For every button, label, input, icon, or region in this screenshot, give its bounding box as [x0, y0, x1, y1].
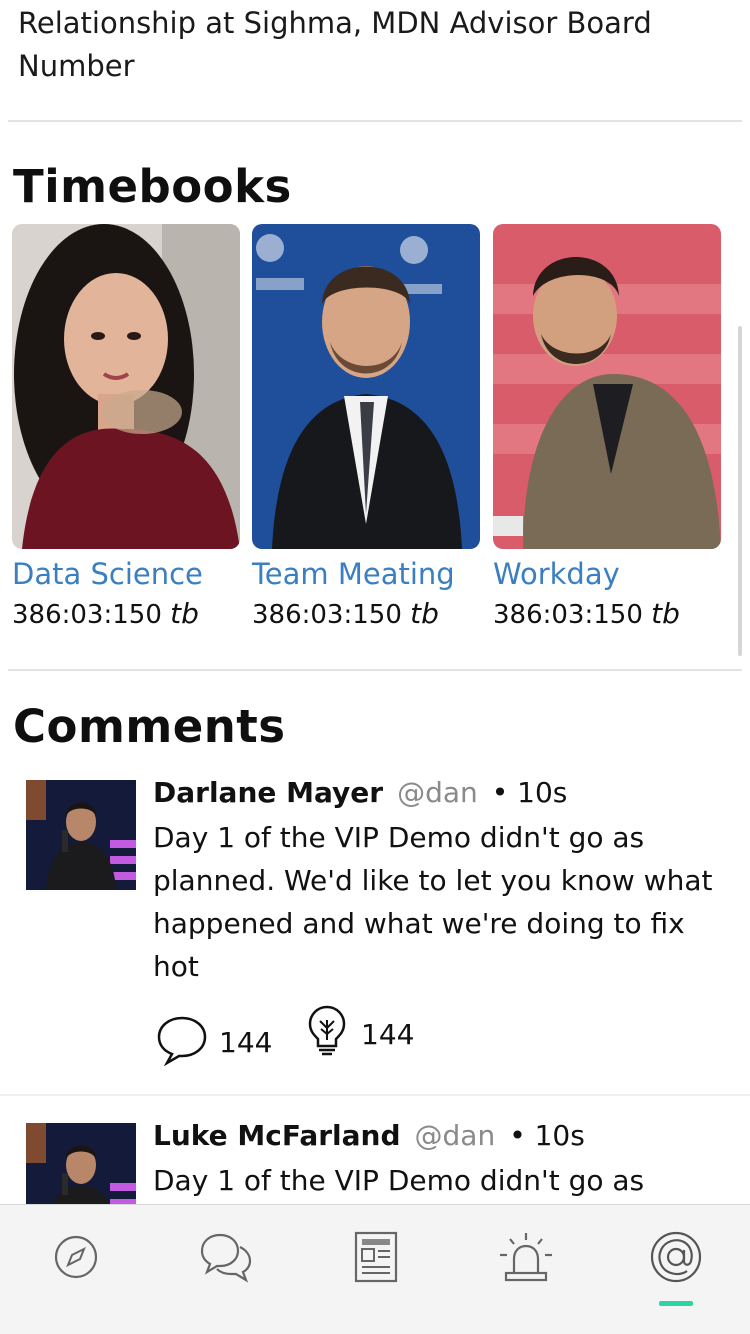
compass-icon	[52, 1233, 100, 1285]
comment-author[interactable]: Darlane Mayer	[153, 776, 383, 809]
timebook-photo	[493, 224, 721, 549]
comment-author[interactable]: Luke McFarland	[153, 1119, 401, 1152]
at-icon	[649, 1230, 703, 1288]
previous-item-text: Relationship at Sighma, MDN Advisor Boar…	[18, 6, 652, 83]
comment-time: • 10s	[491, 776, 568, 809]
comment-header: Darlane Mayer @dan • 10s	[153, 776, 567, 809]
timebook-photo	[252, 224, 480, 549]
timebook-photo	[12, 224, 240, 549]
timebook-title[interactable]: Data Science	[12, 557, 240, 591]
avatar[interactable]	[26, 780, 136, 890]
comment-time: • 10s	[509, 1119, 585, 1152]
timebook-card-workday[interactable]: Workday 386:03:150 tb	[493, 224, 721, 630]
active-tab-indicator	[659, 1301, 693, 1306]
nav-explore[interactable]	[46, 1229, 106, 1289]
divider	[8, 669, 742, 671]
avatar[interactable]	[26, 1123, 136, 1204]
idea-count: 144	[361, 1018, 415, 1051]
divider	[8, 120, 742, 122]
comment-handle[interactable]: @dan	[397, 776, 478, 809]
timebook-time: 386:03:150 tb	[493, 597, 680, 630]
reply-count: 144	[219, 1026, 273, 1059]
chat-icon	[198, 1229, 254, 1289]
timebook-card-data-science[interactable]: Data Science 386:03:150 tb	[12, 224, 240, 630]
comment-handle[interactable]: @dan	[415, 1119, 496, 1152]
comment-text: Day 1 of the VIP Demo didn't go as	[153, 1164, 645, 1197]
alarm-icon	[498, 1231, 554, 1287]
timebook-time: 386:03:150 tb	[252, 597, 439, 630]
timebooks-heading: Timebooks	[13, 160, 292, 213]
comment-text: Day 1 of the VIP Demo didn't go as plann…	[153, 821, 713, 983]
speech-bubble-icon	[155, 1012, 209, 1073]
timebook-title[interactable]: Team Meating	[252, 557, 480, 591]
lightbulb-icon	[307, 1004, 347, 1065]
timebook-card-team-meating[interactable]: Team Meating 386:03:150 tb	[252, 224, 480, 630]
idea-button[interactable]: 144	[307, 1004, 414, 1065]
timebook-title[interactable]: Workday	[493, 557, 721, 591]
reply-button[interactable]: 144	[155, 1012, 272, 1073]
bottom-navigation	[0, 1204, 750, 1334]
newspaper-icon	[354, 1231, 398, 1287]
nav-alerts[interactable]	[496, 1229, 556, 1289]
scrollbar[interactable]	[738, 326, 742, 656]
divider	[0, 1094, 750, 1096]
nav-messages[interactable]	[196, 1229, 256, 1289]
comment-header: Luke McFarland @dan • 10s	[153, 1119, 585, 1152]
comments-heading: Comments	[13, 700, 286, 753]
timebook-time: 386:03:150 tb	[12, 597, 199, 630]
nav-news[interactable]	[346, 1229, 406, 1289]
nav-mentions[interactable]	[646, 1229, 706, 1289]
